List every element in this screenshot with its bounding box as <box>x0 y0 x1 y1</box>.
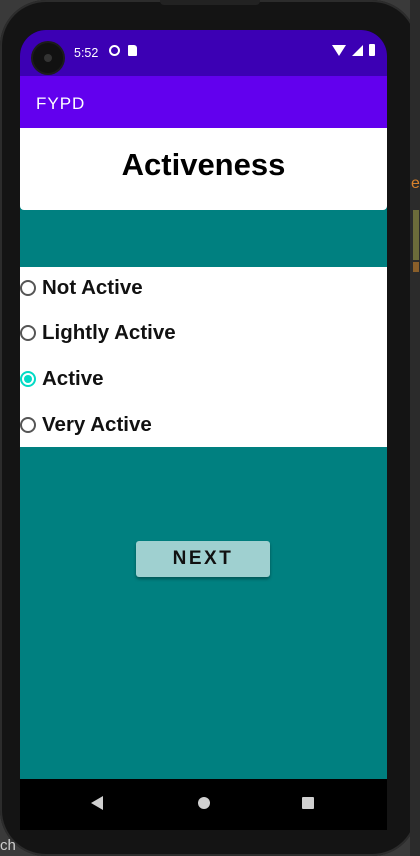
sd-card-icon <box>128 45 137 56</box>
home-icon[interactable] <box>198 797 210 809</box>
phone-screen: 5:52 FYPD Activeness Not Active Lightly … <box>20 30 387 830</box>
app-title: FYPD <box>36 94 86 113</box>
radio-label: Not Active <box>42 276 143 299</box>
side-bar-mark <box>413 262 419 272</box>
radio-label: Active <box>42 367 104 390</box>
radio-option-active[interactable]: Active <box>20 364 104 394</box>
side-bar-mark <box>413 210 419 260</box>
battery-icon <box>369 44 375 56</box>
side-text: e <box>411 175 420 192</box>
side-editor-strip: e <box>410 0 420 856</box>
radio-option-lightly-active[interactable]: Lightly Active <box>20 318 176 348</box>
radio-option-not-active[interactable]: Not Active <box>20 273 143 303</box>
status-bar: 5:52 <box>20 30 387 76</box>
radio-button[interactable] <box>20 417 36 433</box>
app-bar: FYPD <box>20 76 387 128</box>
status-time: 5:52 <box>74 46 99 60</box>
bottom-text: ch <box>0 837 16 854</box>
back-icon[interactable] <box>91 796 103 810</box>
page-title: Activeness <box>121 147 286 182</box>
status-icons-right <box>332 44 375 56</box>
main-content: Activeness Not Active Lightly Active Act… <box>20 128 387 779</box>
data-saver-icon <box>109 45 120 56</box>
radio-button[interactable] <box>20 280 36 296</box>
radio-label: Very Active <box>42 413 152 436</box>
navigation-bar <box>20 779 387 830</box>
radio-button[interactable] <box>20 325 36 341</box>
wifi-icon <box>332 44 346 56</box>
status-icons-left <box>109 45 137 56</box>
radio-button-selected[interactable] <box>20 371 36 387</box>
next-button[interactable]: NEXT <box>136 541 270 577</box>
radio-option-very-active[interactable]: Very Active <box>20 410 152 440</box>
title-card: Activeness <box>20 128 387 210</box>
recents-icon[interactable] <box>302 797 314 809</box>
front-camera-icon <box>33 43 63 73</box>
device-frame: 5:52 FYPD Activeness Not Active Lightly … <box>0 0 418 856</box>
signal-icon <box>352 44 363 56</box>
device-speaker <box>160 0 260 5</box>
radio-label: Lightly Active <box>42 321 176 344</box>
activity-radio-group: Not Active Lightly Active Active Very Ac… <box>20 267 387 447</box>
